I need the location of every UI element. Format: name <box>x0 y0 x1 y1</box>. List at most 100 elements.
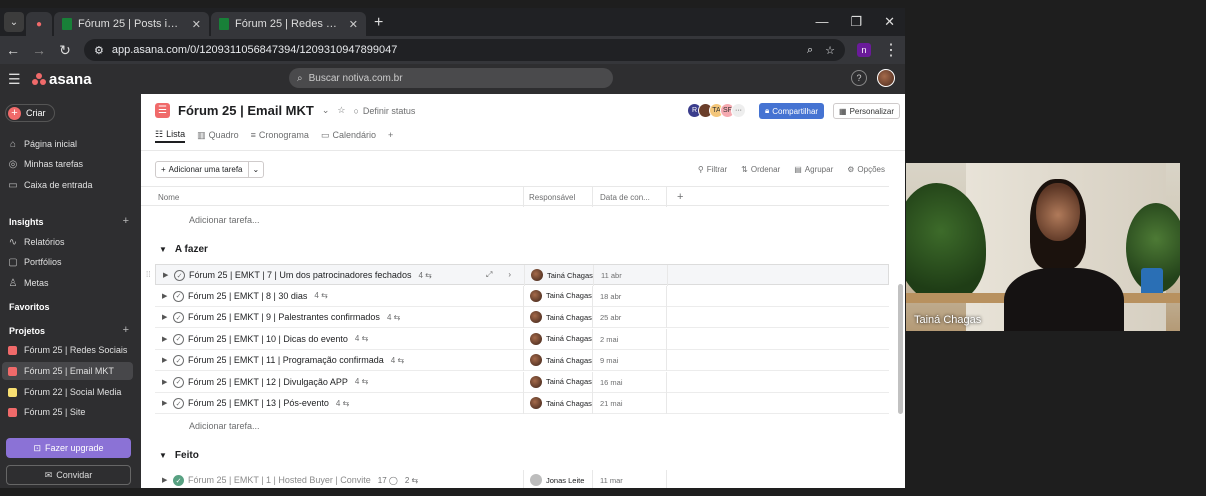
reload-icon[interactable]: ↻ <box>58 42 72 59</box>
drag-handle-icon[interactable]: ⁞⁞ <box>146 270 150 279</box>
filter-button[interactable]: ⚲ Filtrar <box>698 165 727 174</box>
star-icon[interactable]: ☆ <box>337 105 345 116</box>
due-date[interactable]: 9 mai <box>600 356 618 365</box>
complete-check-icon[interactable]: ✓ <box>173 312 184 323</box>
due-date[interactable]: 21 mai <box>600 399 623 408</box>
expand-icon[interactable]: ▶ <box>162 313 167 321</box>
project-item[interactable]: Fórum 25 | Redes Sociais <box>2 341 133 359</box>
restore-icon[interactable]: ❐ <box>850 14 862 30</box>
column-due[interactable]: Data de con... <box>600 193 650 202</box>
tab-redes-sociais[interactable]: Fórum 25 | Redes Sociais | Plane ✕ <box>211 12 366 36</box>
group-button[interactable]: ▤ Agrupar <box>794 165 833 174</box>
assignee-cell[interactable]: Jonas Leite <box>530 474 584 486</box>
favorites-heading[interactable]: Favoritos <box>9 302 50 312</box>
table-row[interactable]: ▶ ✓ Fórum 25 | EMKT | 9 | Palestrantes con… <box>155 307 889 328</box>
table-row[interactable]: ⁞⁞ ▶ ✓ Fórum 25 | EMKT | 7 | Um dos patroci… <box>146 264 889 286</box>
column-assignee[interactable]: Responsável <box>529 193 575 202</box>
create-button[interactable]: + Criar <box>5 104 55 122</box>
back-icon[interactable]: ← <box>6 42 20 58</box>
close-window-icon[interactable]: ✕ <box>884 14 895 30</box>
due-date[interactable]: 16 mai <box>600 378 623 387</box>
assignee-cell[interactable]: Tainá Chagas <box>530 311 592 323</box>
menu-icon[interactable]: ☰ <box>8 71 26 88</box>
bookmark-star-icon[interactable]: ☆ <box>825 44 835 57</box>
sidebar-item-goals[interactable]: ♙ Metas <box>8 275 49 291</box>
share-button[interactable]: 🔒︎ Compartilhar <box>759 103 825 119</box>
set-status-button[interactable]: ○ Definir status <box>353 106 415 116</box>
expand-icon[interactable]: ▶ <box>162 292 167 300</box>
expand-icon[interactable]: ▶ <box>162 399 167 407</box>
chevron-down-icon[interactable]: ⌄ <box>322 105 330 116</box>
sidebar-item-reports[interactable]: ∿ Relatórios <box>8 234 65 250</box>
expand-icon[interactable]: ▶ <box>162 378 167 386</box>
table-row[interactable]: ▶ ✓ Fórum 25 | EMKT | 8 | 30 dias 4 ⇆ Tainá … <box>155 285 889 307</box>
projects-heading[interactable]: Projetos <box>9 326 45 336</box>
expand-icon[interactable]: ▶ <box>163 271 168 279</box>
url-field[interactable]: ⚙ app.asana.com/0/1209311056847394/12093… <box>84 39 845 61</box>
member-avatars[interactable]: R TA SF ··· <box>687 103 746 118</box>
asana-logo[interactable]: asana <box>32 71 92 88</box>
add-insight-icon[interactable]: + <box>123 215 129 227</box>
site-info-icon[interactable]: ⚙ <box>94 44 104 57</box>
expand-icon[interactable]: ▶ <box>162 335 167 343</box>
tab-posts-impulsionados[interactable]: Fórum 25 | Posts impulsionados ✕ <box>54 12 209 36</box>
complete-check-icon[interactable]: ✓ <box>173 333 184 345</box>
column-name[interactable]: Nome <box>158 193 179 202</box>
project-item[interactable]: Fórum 25 | Site <box>2 403 133 421</box>
open-details-icon[interactable]: › <box>508 270 511 280</box>
sort-button[interactable]: ⇅ Ordenar <box>741 165 780 174</box>
chevron-down-icon[interactable]: ▼ <box>159 451 167 460</box>
options-button[interactable]: ⚙ Opções <box>847 165 885 174</box>
section-header[interactable]: ▼ Feito <box>159 450 199 461</box>
due-date[interactable]: 25 abr <box>600 313 621 322</box>
table-row[interactable]: ▶ ✓ Fórum 25 | EMKT | 13 | Pós-evento 4 ⇆ Ta… <box>155 393 889 414</box>
tab-search-button[interactable]: ⌄ <box>4 12 24 32</box>
sidebar-item-portfolios[interactable]: ▢ Portfólios <box>8 254 61 270</box>
assignee-cell[interactable]: Tainá Chagas <box>530 289 592 302</box>
add-task-button[interactable]: + Adicionar uma tarefa ⌄ <box>155 161 265 178</box>
tab-asana[interactable]: ● <box>26 12 52 36</box>
project-item-active[interactable]: Fórum 25 | Email MKT <box>2 362 133 380</box>
search-input[interactable]: ⌕ Buscar notiva.com.br <box>289 68 613 88</box>
chevron-down-icon[interactable]: ▼ <box>159 245 167 254</box>
scrollbar[interactable] <box>898 284 903 414</box>
chevron-down-icon[interactable]: ⌄ <box>249 165 264 174</box>
forward-icon[interactable]: → <box>32 42 46 58</box>
browser-menu-icon[interactable]: ⋮ <box>883 40 899 60</box>
section-header[interactable]: ▼ A fazer <box>159 244 208 255</box>
sidebar-item-home[interactable]: ⌂ Página inicial <box>8 136 77 152</box>
due-date[interactable]: 2 mai <box>600 335 618 344</box>
due-date[interactable]: 11 abr <box>601 271 622 280</box>
help-icon[interactable]: ? <box>851 70 867 86</box>
customize-button[interactable]: ▦ Personalizar <box>833 103 901 119</box>
insights-heading[interactable]: Insights <box>9 217 44 227</box>
tab-board[interactable]: ▥ Quadro <box>197 127 239 143</box>
close-tab-icon[interactable]: ✕ <box>349 18 358 31</box>
complete-check-icon[interactable]: ✓ <box>173 355 184 366</box>
upgrade-button[interactable]: ⊡ Fazer upgrade <box>6 438 131 458</box>
complete-check-icon[interactable]: ✓ <box>174 270 185 281</box>
tab-list[interactable]: ☷ Lista <box>155 127 186 143</box>
minimize-icon[interactable]: — <box>815 14 828 30</box>
project-item[interactable]: Fórum 22 | Social Media <box>2 383 133 401</box>
add-task-link[interactable]: Adicionar tarefa... <box>189 215 260 225</box>
tab-calendar[interactable]: ▭ Calendário <box>321 127 376 143</box>
zoom-icon[interactable]: ⌕ <box>807 44 813 57</box>
user-avatar[interactable] <box>877 69 895 87</box>
table-row[interactable]: ▶ ✓ Fórum 25 | EMKT | 12 | Divulgação APP 4… <box>155 371 889 393</box>
expand-icon[interactable]: ▶ <box>162 476 167 484</box>
assignee-cell[interactable]: Tainá Chagas <box>530 332 592 345</box>
close-tab-icon[interactable]: ✕ <box>192 18 201 31</box>
new-tab-icon[interactable]: + <box>374 14 383 32</box>
complete-check-icon[interactable]: ✓ <box>173 398 184 409</box>
expand-icon[interactable]: ▶ <box>162 356 167 364</box>
sidebar-item-my-tasks[interactable]: ◎ Minhas tarefas <box>8 156 83 172</box>
table-row[interactable]: ▶ ✓ Fórum 25 | EMKT | 10 | Dicas do evento… <box>155 328 889 350</box>
tab-timeline[interactable]: ≡ Cronograma <box>251 127 309 143</box>
add-column-icon[interactable]: + <box>677 191 683 203</box>
invite-button[interactable]: ✉ Convidar <box>6 465 131 485</box>
project-title[interactable]: Fórum 25 | Email MKT <box>178 103 314 118</box>
add-task-link[interactable]: Adicionar tarefa... <box>189 421 260 431</box>
sidebar-item-inbox[interactable]: ▭ Caixa de entrada <box>8 177 92 193</box>
due-date[interactable]: 11 mar <box>600 476 623 485</box>
